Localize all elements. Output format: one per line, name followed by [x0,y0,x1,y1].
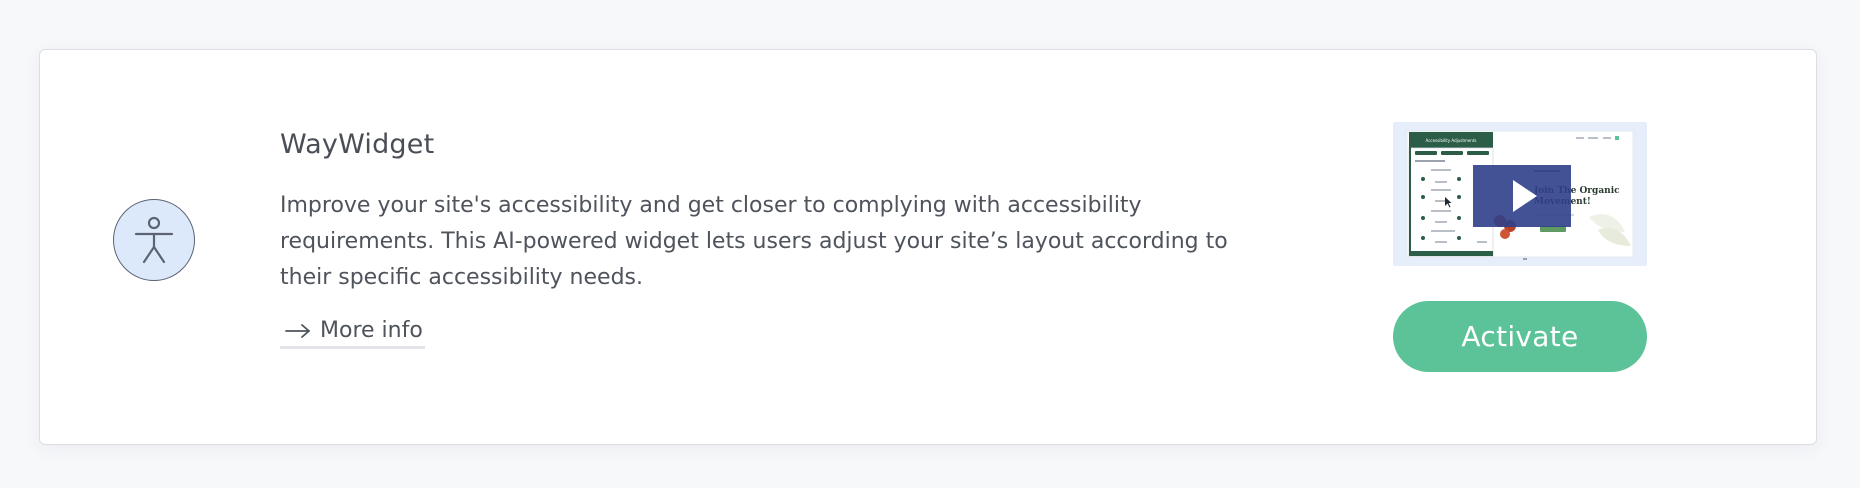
more-info-link[interactable]: More info [280,318,425,349]
more-info-label: More info [320,318,423,343]
arrow-right-icon [284,323,312,339]
accessibility-icon [113,199,195,281]
activate-button[interactable]: Activate [1393,301,1647,372]
app-title: WayWidget [280,129,435,160]
app-description: Improve your site's accessibility and ge… [280,193,1228,290]
app-card: WayWidget Improve your site's accessibil… [39,49,1817,445]
video-preview[interactable]: Join The Organic Movement! Accessibility… [1393,122,1647,266]
svg-text:Accessibility Adjustments: Accessibility Adjustments [1426,138,1477,143]
app-info: WayWidget Improve your site's accessibil… [280,128,1240,349]
